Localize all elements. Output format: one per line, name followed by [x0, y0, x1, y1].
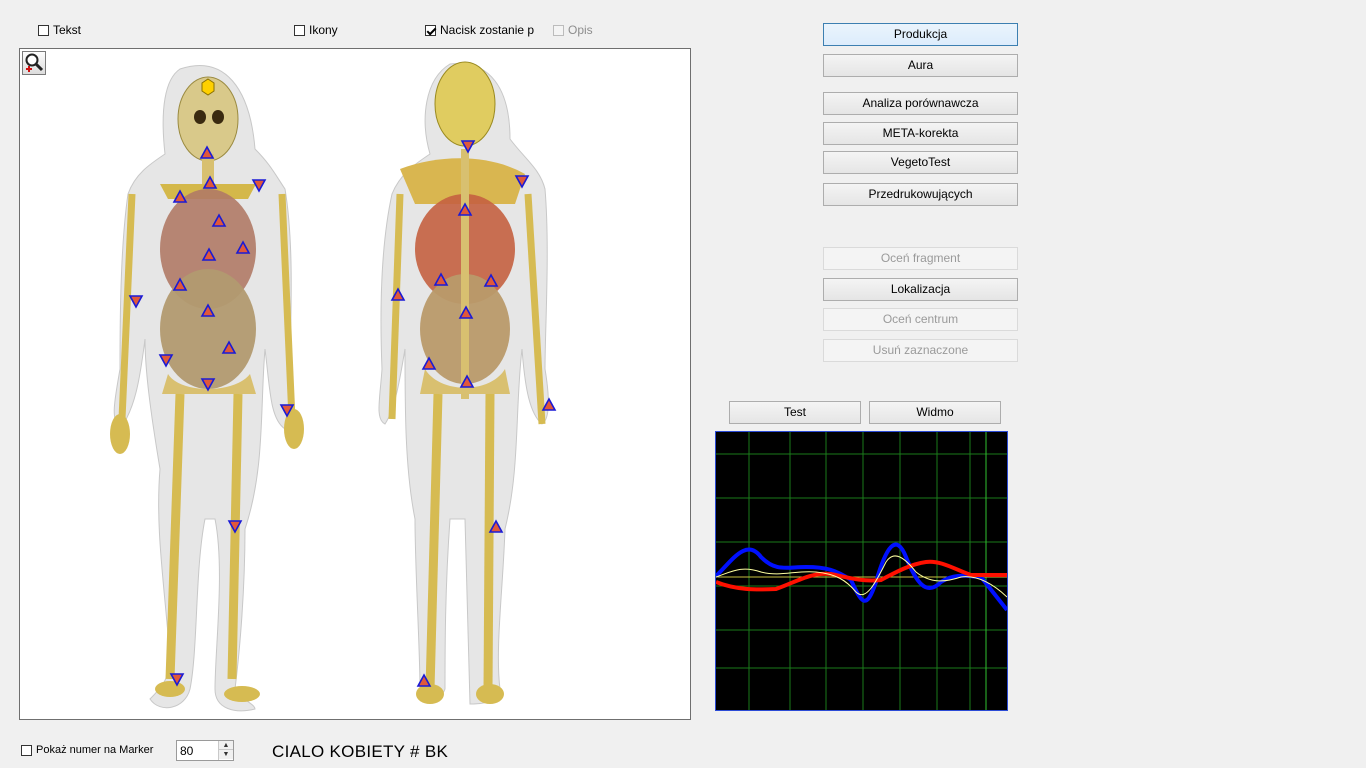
widmo-button[interactable]: Widmo — [869, 401, 1001, 424]
magnifier-plus-icon — [25, 53, 44, 72]
ikony-checkbox-box[interactable] — [294, 24, 305, 36]
arrow-down-icon[interactable]: ▼ — [219, 750, 233, 759]
usun-zaznaczone-button: Usuń zaznaczone — [823, 339, 1018, 362]
body-illustration — [110, 61, 557, 712]
nacisk-checkbox-box[interactable] — [425, 24, 436, 36]
spinbox-arrows: ▲ ▼ — [218, 741, 233, 760]
pokaz-numer-label: Pokaż numer na Marker — [36, 744, 154, 756]
produkcja-button[interactable]: Produkcja — [823, 23, 1018, 46]
tekst-checkbox[interactable]: Tekst — [38, 23, 81, 37]
meta-korekta-button[interactable]: META-korekta — [823, 122, 1018, 145]
vegetotest-button[interactable]: VegetoTest — [823, 151, 1018, 174]
spinbox-value[interactable]: 80 — [180, 744, 193, 758]
pokaz-numer-checkbox[interactable]: Pokaż numer na Marker — [21, 744, 153, 756]
tekst-label: Tekst — [53, 23, 82, 37]
waveform-plot — [714, 432, 1009, 710]
marker-size-spinbox[interactable]: 80 ▲ ▼ — [176, 740, 234, 761]
nacisk-label: Nacisk zostanie p — [440, 23, 535, 37]
analiza-porownawcza-button[interactable]: Analiza porównawcza — [823, 92, 1018, 115]
ikony-label: Ikony — [309, 23, 338, 37]
zoom-button[interactable] — [22, 51, 46, 75]
arrow-up-icon[interactable]: ▲ — [219, 741, 233, 750]
aura-button[interactable]: Aura — [823, 54, 1018, 77]
test-button[interactable]: Test — [729, 401, 861, 424]
ocen-centrum-button: Oceń centrum — [823, 308, 1018, 331]
nacisk-checkbox[interactable]: Nacisk zostanie p — [425, 23, 534, 37]
signal-graph — [714, 431, 1009, 711]
ocen-fragment-button: Oceń fragment — [823, 247, 1018, 270]
ikony-checkbox[interactable]: Ikony — [294, 23, 338, 37]
body-image-panel[interactable] — [19, 48, 691, 720]
body-caption: CIALO KOBIETY # BK — [272, 742, 449, 761]
opis-checkbox-box — [553, 24, 564, 36]
tekst-checkbox-box[interactable] — [38, 24, 49, 36]
przedrukowujacych-button[interactable]: Przedrukowujących — [823, 183, 1018, 206]
lokalizacja-button[interactable]: Lokalizacja — [823, 278, 1018, 301]
pokaz-numer-checkbox-box[interactable] — [21, 744, 32, 756]
opis-label: Opis — [568, 23, 593, 37]
opis-checkbox: Opis — [553, 23, 593, 37]
